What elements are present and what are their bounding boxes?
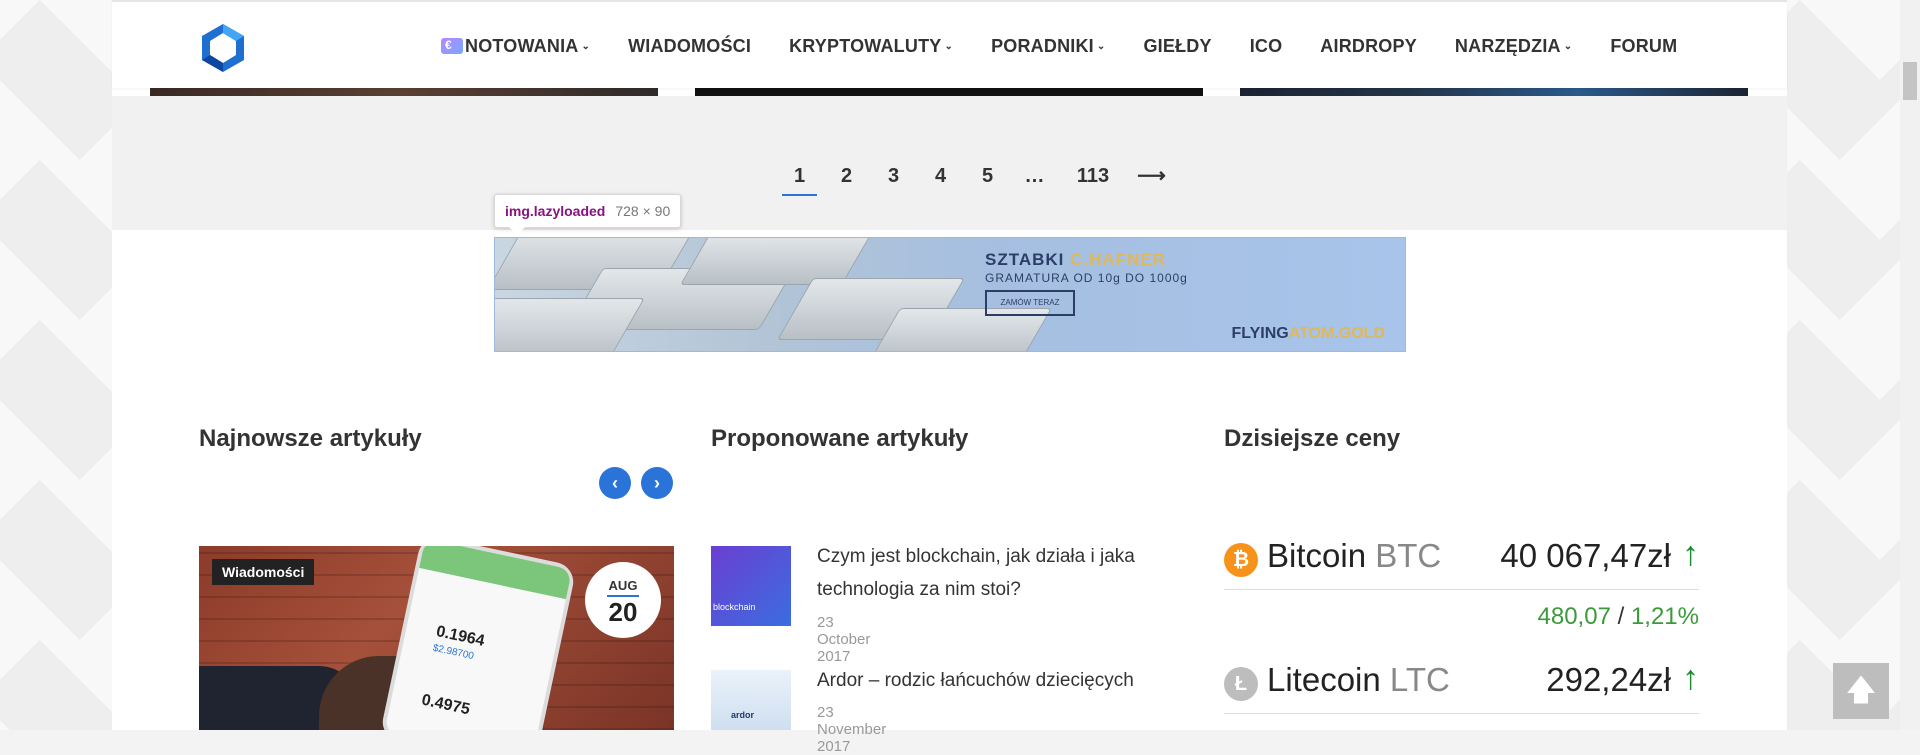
nav-ico[interactable]: ICO (1231, 28, 1302, 64)
site-logo[interactable] (200, 22, 246, 74)
nav-label: FORUM (1610, 35, 1678, 56)
carousel-prev-icon[interactable]: ‹ (599, 467, 631, 499)
nav-label: NARZĘDZIA (1454, 35, 1561, 56)
article-date: 23 October 2017 (817, 614, 871, 665)
nav-poradniki[interactable]: PORADNIKI ⌄ (972, 28, 1124, 64)
coin-name: Bitcoin BTC (1267, 537, 1442, 574)
banner-subtitle: GRAMATURA OD 10g DO 1000g (985, 271, 1188, 285)
chevron-down-icon: ⌄ (1096, 40, 1106, 52)
article-image-strip[interactable] (1240, 88, 1748, 96)
nav-label: PORADNIKI (991, 35, 1094, 56)
article-title-link[interactable]: Ardor – rodzic łańcuchów dziecięcych (817, 664, 1177, 697)
coin-price: 40 067,47zł (1500, 537, 1671, 574)
nav-label: AIRDROPY (1320, 35, 1417, 56)
carousel-next-icon[interactable]: › (641, 467, 673, 499)
page-link-3[interactable]: 3 (870, 162, 917, 196)
nav-label: KRYPTOWALUTY (789, 35, 942, 56)
nav-label: WIADOMOŚCI (628, 35, 752, 56)
coin-price: 292,24zł (1546, 661, 1671, 698)
chevron-down-icon: ⌄ (944, 40, 954, 52)
article-image-strip[interactable] (150, 88, 658, 96)
date-month: AUG (608, 578, 638, 593)
scrollbar-thumb[interactable] (1903, 62, 1917, 100)
page-link-4[interactable]: 4 (917, 162, 964, 196)
nav-notowania[interactable]: NOTOWANIA ⌄ (422, 28, 609, 64)
nav-narzedzia[interactable]: NARZĘDZIA ⌄ (1436, 28, 1591, 64)
proposed-articles-title: Proponowane artykuły (711, 425, 969, 452)
page-link-last[interactable]: 113 (1058, 162, 1128, 196)
phone-image: 0.1964 $2.98700 0.4975 (379, 546, 577, 730)
nav-label: GIEŁDY (1143, 35, 1212, 56)
back-to-top-icon[interactable]: 🡅 (1833, 663, 1889, 719)
scrollbar[interactable] (1900, 0, 1920, 730)
article-thumbnail[interactable]: blockchain (711, 546, 791, 626)
ad-banner[interactable]: SZTABKI C.HAFNER GRAMATURA OD 10g DO 100… (494, 237, 1406, 352)
nav-airdropy[interactable]: AIRDROPY (1301, 28, 1436, 64)
nav-forum[interactable]: FORUM (1591, 28, 1696, 64)
article-title-link[interactable]: Czym jest blockchain, jak działa i jaka … (817, 540, 1177, 606)
banner-brand: FLYINGATOM.GOLD (1231, 325, 1386, 342)
date-day: 20 (608, 597, 638, 627)
coin-name: Litecoin LTC (1267, 661, 1450, 698)
nav-kryptowaluty[interactable]: KRYPTOWALUTY ⌄ (770, 28, 972, 64)
nav-label: ICO (1249, 35, 1283, 56)
coin-change: 480,07 / 1,21% (1537, 603, 1699, 630)
page-link-2[interactable]: 2 (823, 162, 870, 196)
coin-badge-icon (441, 38, 463, 54)
page-link-1[interactable]: 1 (776, 162, 823, 196)
devtools-tooltip: img.lazyloaded 728 × 90 (494, 194, 682, 235)
main-nav: NOTOWANIA ⌄ WIADOMOŚCI KRYPTOWALUTY ⌄ PO… (422, 28, 1696, 64)
latest-articles-title: Najnowsze artykuły (199, 425, 422, 452)
nav-label: NOTOWANIA (465, 35, 579, 56)
page-link-5[interactable]: 5 (964, 162, 1011, 196)
site-header: NOTOWANIA ⌄ WIADOMOŚCI KRYPTOWALUTY ⌄ PO… (112, 0, 1787, 88)
date-badge: AUG 20 (585, 562, 661, 638)
next-page-arrow-icon[interactable]: ⟶ (1128, 162, 1175, 196)
chevron-down-icon: ⌄ (581, 40, 591, 52)
article-thumbnail[interactable]: ardor (711, 670, 791, 730)
nav-gieldy[interactable]: GIEŁDY (1124, 28, 1230, 64)
litecoin-icon: Ł (1224, 667, 1258, 701)
page-container: NOTOWANIA ⌄ WIADOMOŚCI KRYPTOWALUTY ⌄ PO… (112, 0, 1787, 755)
tooltip-size: 728 × 90 (615, 203, 671, 219)
article-image-strip[interactable] (695, 88, 1203, 96)
arrow-up-icon: ↑ (1682, 535, 1699, 573)
bitcoin-icon: ₿ (1224, 543, 1258, 577)
nav-wiadomosci[interactable]: WIADOMOŚCI (609, 28, 770, 64)
category-badge[interactable]: Wiadomości (212, 559, 315, 585)
banner-order-button[interactable]: ZAMÓW TERAZ (985, 290, 1075, 316)
todays-prices-title: Dzisiejsze ceny (1224, 425, 1401, 452)
banner-title: SZTABKI C.HAFNER (985, 250, 1166, 269)
chevron-down-icon: ⌄ (1563, 40, 1573, 52)
page-ellipsis: … (1024, 165, 1045, 187)
pagination: 1 2 3 4 5 … 113 ⟶ (776, 162, 1175, 196)
tooltip-tag: img.lazyloaded (505, 203, 606, 219)
latest-article-image[interactable]: 0.1964 $2.98700 0.4975 Wiadomości AUG 20 (199, 546, 674, 730)
arrow-up-icon: ↑ (1682, 659, 1699, 697)
